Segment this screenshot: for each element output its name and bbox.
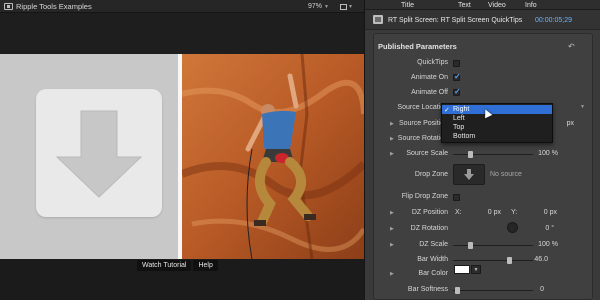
bar-color-label: Bar Color (418, 270, 448, 277)
menu-item-bottom[interactable]: Bottom (442, 132, 552, 141)
dz-y-label: Y: (511, 209, 518, 216)
dz-y-value[interactable]: 0 px (531, 209, 557, 216)
drop-zone-well[interactable] (453, 164, 485, 185)
chevron-down-icon: ▼ (324, 3, 329, 10)
drop-tile (36, 89, 162, 217)
down-arrow-icon (55, 110, 143, 198)
source-position-unit: px (566, 120, 574, 127)
watch-tutorial-button[interactable]: Watch Tutorial (137, 260, 192, 271)
animate-on-checkbox[interactable] (453, 72, 461, 81)
source-position-label: Source Position (398, 120, 448, 127)
dz-rotation-label: DZ Rotation (410, 225, 448, 232)
dz-scale-value[interactable]: 100 % (530, 241, 558, 248)
viewer-title-group: Ripple Tools Examples (4, 0, 92, 13)
bar-width-label: Bar Width (417, 256, 448, 263)
drop-zone-label: Drop Zone (414, 171, 448, 178)
inspector-timecode: 00:00:05;29 (535, 16, 572, 24)
dz-rotation-dial[interactable] (507, 222, 518, 233)
view-options-caret: ▾ (349, 4, 353, 10)
flip-drop-zone-label: Flip Drop Zone (401, 193, 448, 200)
bar-softness-slider[interactable] (453, 290, 533, 291)
bar-softness-knob[interactable] (455, 287, 460, 294)
menu-item-top[interactable]: Top (442, 123, 552, 132)
zoom-dropdown[interactable]: 97% ▼ (308, 0, 329, 13)
source-location-caret-icon[interactable]: ▼ (580, 104, 585, 110)
reset-icon[interactable]: ↶ (568, 42, 575, 51)
view-options-icon (340, 3, 347, 10)
viewer-pane: Ripple Tools Examples 97% ▼ ▾ Watch Tuto… (0, 0, 364, 300)
bar-color-swatch[interactable] (454, 265, 470, 274)
bar-width-knob[interactable] (507, 257, 512, 264)
chevron-down-icon[interactable]: ▼ (471, 265, 481, 274)
menu-item-left[interactable]: Left (442, 114, 552, 123)
bar-width-value[interactable]: 46.0 (524, 256, 548, 263)
menu-item-label: Top (453, 124, 465, 131)
viewer-title: Ripple Tools Examples (16, 2, 92, 11)
tab-info[interactable]: Info (525, 0, 537, 10)
menu-item-label: Right (453, 106, 470, 113)
climber-photo (182, 54, 364, 259)
menu-item-right[interactable]: ✓ Right (442, 105, 552, 114)
tab-text[interactable]: Text (458, 0, 471, 10)
menu-item-label: Left (453, 115, 465, 122)
dz-rotation-value[interactable]: 0 ° (534, 225, 554, 232)
source-scale-value[interactable]: 100 % (530, 150, 558, 157)
tab-title[interactable]: Title (401, 0, 414, 10)
inspector-tabs: Title Text Video Info (365, 0, 600, 10)
viewer-toolbar: Ripple Tools Examples 97% ▼ ▾ (0, 0, 364, 13)
view-options-dropdown[interactable]: ▾ (340, 0, 352, 13)
dz-scale-label: DZ Scale (419, 241, 448, 248)
dz-position-label: DZ Position (411, 209, 448, 216)
zoom-value: 97% (308, 3, 323, 10)
down-arrow-icon (464, 169, 474, 180)
source-scale-label: Source Scale (406, 150, 448, 157)
title-clip-icon (373, 15, 383, 24)
drop-zone-source-text: No source (490, 171, 522, 178)
source-rotation-label: Source Rotation (397, 135, 448, 142)
source-scale-knob[interactable] (468, 151, 473, 158)
dz-x-value[interactable]: 0 px (475, 209, 501, 216)
bar-width-slider[interactable] (453, 260, 533, 261)
animate-off-checkbox[interactable] (453, 87, 461, 96)
viewer-canvas[interactable] (0, 54, 364, 259)
dz-scale-knob[interactable] (468, 242, 473, 249)
help-button[interactable]: Help (193, 260, 218, 271)
animate-off-label: Animate Off (411, 89, 448, 96)
film-icon (4, 3, 13, 10)
section-title: Published Parameters (378, 42, 457, 51)
bar-softness-label: Bar Softness (407, 286, 448, 293)
tab-video[interactable]: Video (488, 0, 506, 10)
inspector-clip-title: RT Split Screen: RT Split Screen QuickTi… (388, 16, 523, 24)
source-scale-slider[interactable] (453, 154, 533, 155)
dz-scale-slider[interactable] (453, 245, 533, 246)
menu-item-label: Bottom (453, 133, 476, 140)
source-location-label: Source Location (397, 104, 448, 111)
drop-zone-placeholder (0, 54, 178, 259)
source-location-menu: ✓ Right Left Top Bottom (441, 103, 553, 143)
checkmark-icon: ✓ (444, 106, 450, 114)
quicktips-checkbox[interactable] (453, 60, 460, 67)
dz-x-label: X: (455, 209, 462, 216)
quicktips-label: QuickTips (417, 59, 448, 66)
flip-drop-zone-checkbox[interactable] (453, 194, 460, 201)
bar-softness-value[interactable]: 0 (530, 286, 544, 293)
animate-on-label: Animate On (411, 74, 448, 81)
footer-buttons: Watch Tutorial Help (137, 260, 218, 271)
